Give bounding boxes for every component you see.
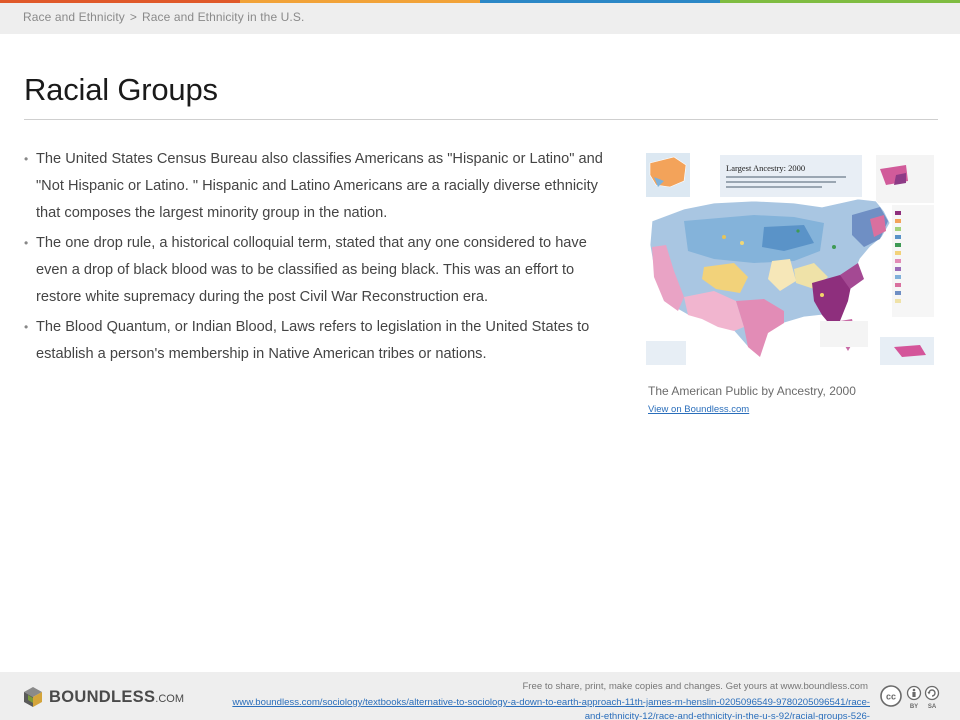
bullet-dot: • [24, 320, 29, 334]
license-sa-label: SA [928, 704, 937, 710]
figure-caption: The American Public by Ancestry, 2000 [648, 384, 856, 398]
title-divider [24, 119, 938, 120]
bullet-text: The one drop rule, a historical colloqui… [36, 235, 587, 305]
svg-text:cc: cc [886, 692, 896, 702]
bullet-dot: • [24, 236, 29, 250]
breadcrumb-bar: Race and Ethnicity > Race and Ethnicity in… [0, 3, 960, 34]
breadcrumb-current[interactable]: Race and Ethnicity in the U.S. [142, 10, 304, 24]
bullet-item: • The United States Census Bureau also cl… [24, 146, 614, 227]
boundless-logo[interactable]: BOUNDLESS.COM [22, 686, 184, 708]
source-url-link[interactable]: www.boundless.com/sociology/textbooks/al… [230, 696, 870, 720]
breadcrumb: Race and Ethnicity > Race and Ethnicity in… [23, 10, 304, 24]
bullet-text: The United States Census Bureau also cla… [36, 151, 603, 221]
bullet-item: • The one drop rule, a historical colloqu… [24, 230, 614, 311]
map-title: Largest Ancestry: 2000 [726, 163, 805, 173]
boundless-logo-icon [24, 687, 42, 707]
page-title: Racial Groups [24, 72, 218, 107]
brand-name: BOUNDLESS [49, 687, 156, 706]
ancestry-map-figure[interactable]: Largest Ancestry: 2000 [644, 151, 936, 367]
brand-suffix: .COM [155, 692, 185, 705]
footer: BOUNDLESS.COM Free to share, print, make… [0, 672, 960, 720]
bullet-item: • The Blood Quantum, or Indian Blood, Law… [24, 314, 614, 368]
bullet-text: The Blood Quantum, or Indian Blood, Laws… [36, 319, 590, 362]
creative-commons-icon: cc [880, 685, 902, 707]
view-on-boundless-link[interactable]: View on Boundless.com [648, 404, 749, 415]
share-alike-icon: SA [924, 685, 940, 710]
cc-license-icons: cc BY SA [880, 685, 940, 710]
share-notice: Free to share, print, make copies and ch… [522, 681, 868, 692]
license-by-label: BY [910, 704, 918, 710]
ancestry-map-image: Largest Ancestry: 2000 [644, 151, 936, 367]
breadcrumb-separator: > [129, 10, 137, 24]
license-badge[interactable]: cc BY SA [880, 684, 942, 710]
attribution-icon: BY [906, 685, 922, 710]
bullet-list: • The United States Census Bureau also cl… [24, 146, 614, 371]
breadcrumb-parent[interactable]: Race and Ethnicity [23, 10, 125, 24]
bullet-dot: • [24, 152, 29, 166]
